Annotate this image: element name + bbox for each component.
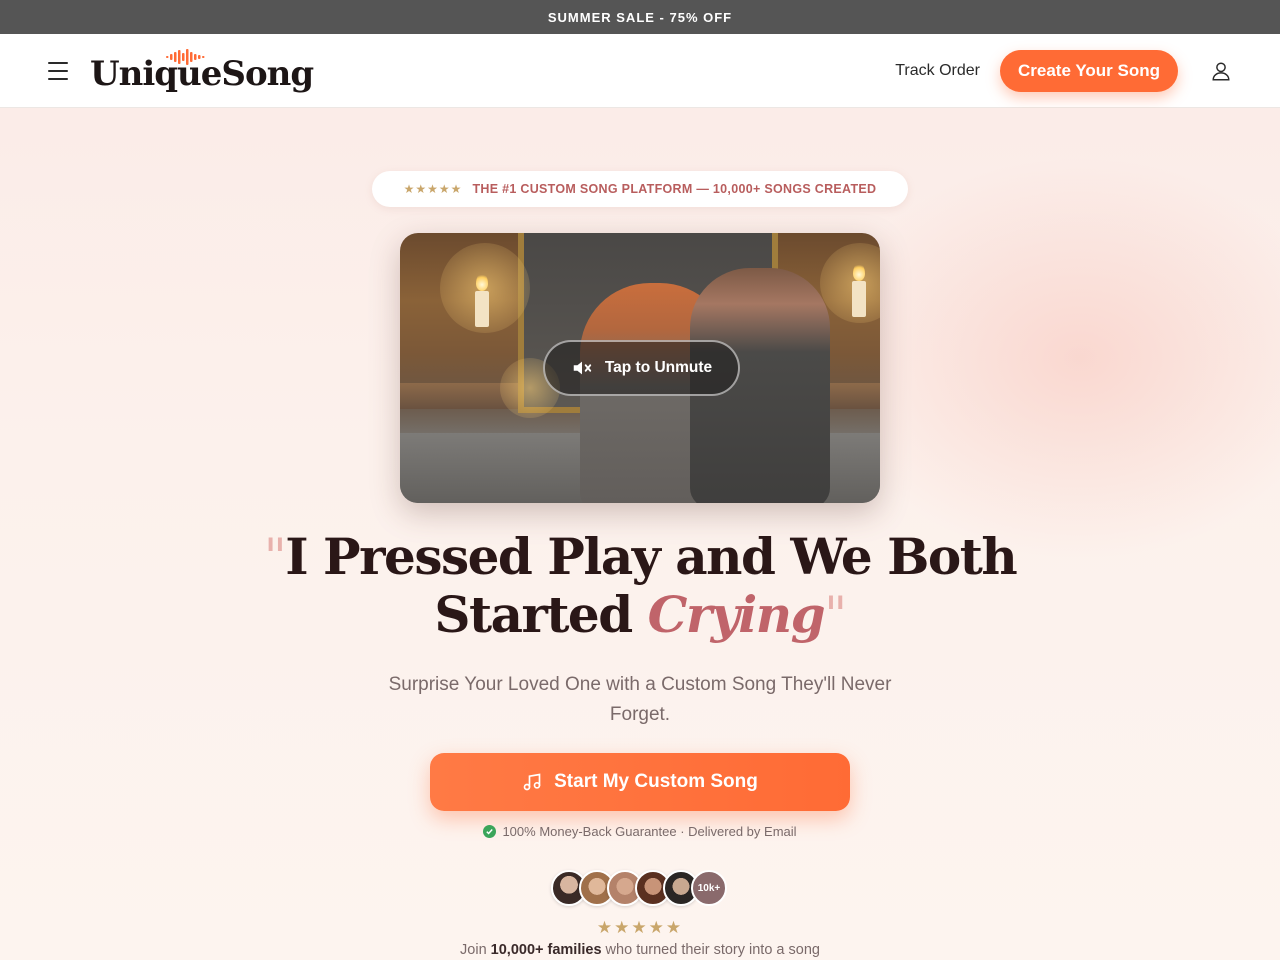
hero-subtitle: Surprise Your Loved One with a Custom So… — [388, 674, 892, 725]
cta-label: Start My Custom Song — [554, 771, 758, 792]
muted-speaker-icon — [573, 361, 591, 375]
logo[interactable]: UniqueSong — [90, 47, 314, 95]
rating-stars: ★★★★★ — [596, 918, 684, 937]
headline-line1: I Pressed Play and We Both — [285, 527, 1017, 586]
start-custom-song-button[interactable]: Start My Custom Song — [430, 753, 850, 811]
header-nav: Track Order Create Your Song — [895, 49, 1232, 92]
hero-section: ★★★★★ THE #1 CUSTOM SONG PLATFORM — 10,0… — [0, 108, 1280, 960]
site-header: UniqueSong Track Order Create Your Song — [0, 34, 1280, 108]
social-proof-text: Join 10,000+ families who turned their s… — [460, 942, 820, 958]
check-circle-icon — [483, 825, 497, 838]
avatar-count-badge: 10k+ — [691, 870, 727, 906]
badge-stars: ★★★★★ — [403, 182, 463, 196]
testimonial-video[interactable]: Tap to Unmute — [400, 233, 880, 503]
hero-headline: "I Pressed Play and We Both Started Cryi… — [263, 527, 1018, 645]
tap-to-unmute-button[interactable]: Tap to Unmute — [543, 340, 740, 396]
sound-wave-icon — [166, 48, 205, 65]
user-icon[interactable] — [1210, 60, 1232, 82]
unmute-label: Tap to Unmute — [604, 359, 713, 376]
guarantee-text: 100% Money-Back Guarantee · Delivered by… — [502, 824, 797, 839]
promo-banner-text: SUMMER SALE - 75% OFF — [547, 9, 733, 25]
music-note-icon — [523, 773, 541, 791]
social-proof-count: 10,000+ families — [490, 942, 602, 958]
headline-line2: Started — [434, 585, 648, 644]
track-order-link[interactable]: Track Order — [895, 62, 980, 80]
hamburger-menu-icon[interactable] — [48, 59, 72, 83]
badge-text: THE #1 CUSTOM SONG PLATFORM — 10,000+ SO… — [472, 182, 877, 196]
platform-badge: ★★★★★ THE #1 CUSTOM SONG PLATFORM — 10,0… — [372, 171, 908, 207]
guarantee-line: 100% Money-Back Guarantee · Delivered by… — [380, 824, 900, 839]
customer-avatars: 10k+ — [551, 870, 727, 906]
promo-banner: SUMMER SALE - 75% OFF — [0, 0, 1280, 34]
headline-accent: Crying — [647, 585, 826, 644]
create-your-song-button[interactable]: Create Your Song — [999, 49, 1178, 92]
